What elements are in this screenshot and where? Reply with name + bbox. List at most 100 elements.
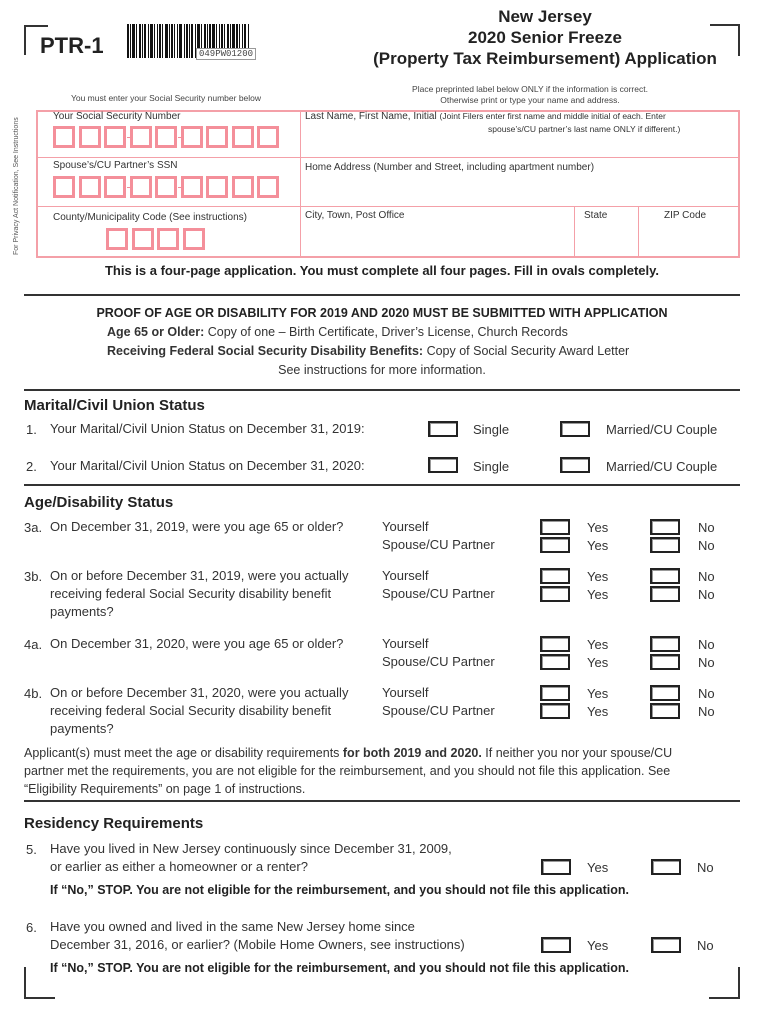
- residency-q6-no-checkbox[interactable]: [651, 937, 681, 953]
- divider-rule-1: [24, 294, 740, 296]
- form-id: PTR-1: [40, 33, 104, 58]
- residency-q5-no-checkbox[interactable]: [651, 859, 681, 875]
- age-q3b-spouse-yes-checkbox[interactable]: [540, 586, 570, 602]
- age-q4a-spouse-yes-label: Yes: [587, 655, 609, 670]
- residency-q5-yes-label: Yes: [587, 860, 609, 875]
- age-q4b-spouse-yes-checkbox[interactable]: [540, 703, 570, 719]
- residency-q6-no-label: No: [697, 938, 714, 953]
- marital-2019-single-checkbox[interactable]: [428, 421, 458, 437]
- city-label: City, Town, Post Office: [305, 210, 405, 221]
- address-input[interactable]: [302, 178, 738, 204]
- spouse-ssn-digit-box[interactable]: [129, 176, 152, 198]
- residency-q6-line-2: December 31, 2016, or earlier? (Mobile H…: [50, 937, 465, 952]
- age-q4b-line-2: receiving federal Social Security disabi…: [50, 703, 332, 718]
- your-ssn-digit-box[interactable]: [206, 126, 228, 148]
- crop-mark-bottom-right: [709, 967, 740, 999]
- age-q4b-yourself-label: Yourself: [382, 685, 429, 700]
- marital-heading: Marital/Civil Union Status: [24, 397, 205, 414]
- your-ssn-digit-box[interactable]: [180, 126, 203, 148]
- age-q4a-yourself-yes-checkbox[interactable]: [540, 636, 570, 652]
- age-note-line-3: “Eligibility Requirements” on page 1 of …: [24, 782, 306, 796]
- age-q3b-num: 3b.: [24, 569, 43, 584]
- county-code-digit-box[interactable]: [157, 228, 179, 250]
- marital-2019-single-label: Single: [473, 422, 510, 437]
- age-q3a-spouse-label: Spouse/CU Partner: [382, 537, 495, 552]
- proof-age: Age 65 or Older: Copy of one – Birth Cer…: [107, 325, 568, 339]
- zip-input[interactable]: [640, 226, 738, 256]
- marital-2020-single-checkbox[interactable]: [428, 457, 458, 473]
- marital-2020-married-checkbox[interactable]: [560, 457, 590, 473]
- age-q3a-yourself-no-checkbox[interactable]: [650, 519, 680, 535]
- proof-heading: PROOF OF AGE OR DISABILITY FOR 2019 AND …: [96, 306, 668, 320]
- residency-q6-yes-label: Yes: [587, 938, 609, 953]
- marital-2019-married-checkbox[interactable]: [560, 421, 590, 437]
- age-q3b-line-2: receiving federal Social Security disabi…: [50, 586, 332, 601]
- spouse-ssn-digit-box[interactable]: [78, 176, 101, 198]
- spouse-ssn-digit-box[interactable]: [231, 176, 254, 198]
- age-q3b-spouse-no-checkbox[interactable]: [650, 586, 680, 602]
- spouse-ssn-field[interactable]: [53, 176, 283, 200]
- name-input[interactable]: [302, 136, 738, 156]
- age-q4b-yourself-yes-label: Yes: [587, 686, 609, 701]
- name-label-text: Last Name, First Name, Initial: [305, 111, 437, 122]
- age-q3b-spouse-yes-label: Yes: [587, 587, 609, 602]
- your-ssn-label: Your Social Security Number: [53, 111, 181, 122]
- your-ssn-digit-box[interactable]: [78, 126, 101, 148]
- age-q4b-spouse-no-checkbox[interactable]: [650, 703, 680, 719]
- age-q3a-num: 3a.: [24, 520, 43, 535]
- spouse-ssn-digit-box[interactable]: [257, 176, 279, 198]
- age-q3a-yourself-label: Yourself: [382, 519, 429, 534]
- your-ssn-field[interactable]: [53, 126, 283, 150]
- your-ssn-digit-box[interactable]: [257, 126, 279, 148]
- your-ssn-digit-box[interactable]: [129, 126, 152, 148]
- four-page-notice: This is a four-page application. You mus…: [104, 263, 660, 278]
- spouse-ssn-digit-box[interactable]: [104, 176, 126, 198]
- spouse-ssn-digit-box[interactable]: [155, 176, 177, 198]
- residency-q5-yes-checkbox[interactable]: [541, 859, 571, 875]
- age-q4b-spouse-no-label: No: [698, 704, 715, 719]
- your-ssn-digit-box[interactable]: [53, 126, 75, 148]
- age-q3a-yourself-yes-checkbox[interactable]: [540, 519, 570, 535]
- marital-q2-text: Your Marital/Civil Union Status on Decem…: [50, 458, 365, 473]
- county-code-digit-box[interactable]: [182, 228, 205, 250]
- age-q4a-spouse-yes-checkbox[interactable]: [540, 654, 570, 670]
- age-q4b-yourself-yes-checkbox[interactable]: [540, 685, 570, 701]
- age-q3b-line-1: On or before December 31, 2019, were you…: [50, 568, 349, 583]
- spouse-ssn-digit-box[interactable]: [206, 176, 228, 198]
- residency-heading: Residency Requirements: [24, 815, 204, 832]
- spouse-ssn-digit-box[interactable]: [180, 176, 203, 198]
- age-q3b-spouse-label: Spouse/CU Partner: [382, 586, 495, 601]
- residency-q6-line-1: Have you owned and lived in the same New…: [50, 919, 415, 934]
- county-code-field[interactable]: [106, 228, 216, 252]
- age-q3b-yourself-yes-checkbox[interactable]: [540, 568, 570, 584]
- age-q4b-num: 4b.: [24, 686, 43, 701]
- city-input[interactable]: [302, 226, 572, 256]
- age-q4a-yourself-no-checkbox[interactable]: [650, 636, 680, 652]
- age-q4a-num: 4a.: [24, 637, 43, 652]
- county-code-digit-box[interactable]: [106, 228, 128, 250]
- age-q3b-yourself-label: Yourself: [382, 568, 429, 583]
- age-q3a-spouse-no-checkbox[interactable]: [650, 537, 680, 553]
- your-ssn-digit-box[interactable]: [155, 126, 177, 148]
- residency-q6-yes-checkbox[interactable]: [541, 937, 571, 953]
- spouse-ssn-digit-box[interactable]: [53, 176, 75, 198]
- divider-rule-4: [24, 800, 740, 802]
- county-code-digit-box[interactable]: [131, 228, 154, 250]
- age-q3b-yourself-yes-label: Yes: [587, 569, 609, 584]
- your-ssn-digit-box[interactable]: [104, 126, 126, 148]
- id-divider-2: [36, 206, 740, 207]
- marital-2019-married-label: Married/CU Couple: [606, 422, 718, 437]
- age-q4b-spouse-yes-label: Yes: [587, 704, 609, 719]
- age-q4a-spouse-no-checkbox[interactable]: [650, 654, 680, 670]
- label-note-line-1: Place preprinted label below ONLY if the…: [412, 84, 648, 94]
- proof-disability-label: Receiving Federal Social Security Disabi…: [107, 344, 424, 358]
- age-q3a-spouse-yes-checkbox[interactable]: [540, 537, 570, 553]
- divider-rule-3: [24, 484, 740, 486]
- your-ssn-digit-box[interactable]: [231, 126, 254, 148]
- age-q4b-yourself-no-checkbox[interactable]: [650, 685, 680, 701]
- proof-disability-text: Copy of Social Security Award Letter: [423, 344, 630, 358]
- proof-disability: Receiving Federal Social Security Disabi…: [107, 344, 629, 358]
- age-q3b-yourself-no-checkbox[interactable]: [650, 568, 680, 584]
- age-q4a-yourself-no-label: No: [698, 637, 715, 652]
- state-input[interactable]: [576, 226, 636, 256]
